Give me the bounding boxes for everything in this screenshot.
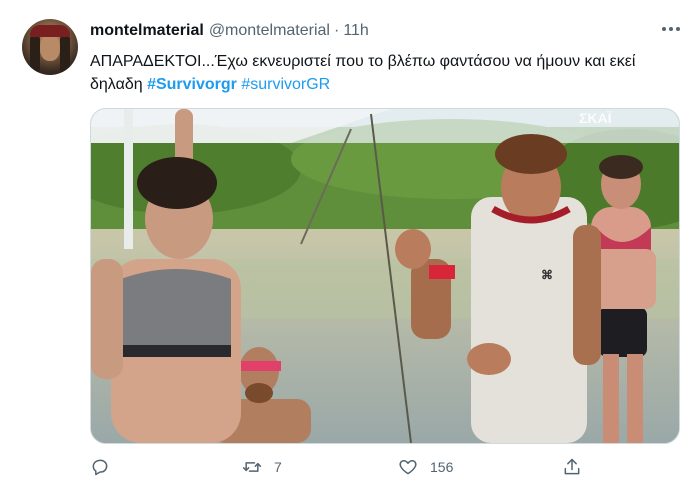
avatar[interactable]	[22, 19, 78, 75]
display-name[interactable]: montelmaterial	[90, 22, 204, 40]
retweet-count: 7	[274, 459, 282, 475]
more-dot	[669, 27, 673, 31]
hashtag-link[interactable]: #survivorGR	[241, 76, 330, 93]
tweet-media-image[interactable]: ΣΚΑΪ ⌘	[90, 108, 680, 444]
tweet-text: ΑΠΑΡΑΔΕΚΤΟΙ...Έχω εκνευριστεί που το βλέ…	[90, 50, 680, 96]
heart-icon	[399, 460, 417, 475]
like-button[interactable]: 156	[398, 455, 453, 479]
reply-button[interactable]	[90, 455, 122, 479]
retweet-icon	[242, 462, 262, 472]
more-dots-icon[interactable]	[658, 18, 684, 40]
avatar-hair-right	[60, 35, 70, 73]
svg-text:⌘: ⌘	[541, 268, 553, 282]
avatar-bandana	[30, 25, 70, 37]
tweet-timestamp[interactable]: 11h	[343, 22, 369, 40]
tweet-header: montelmaterial @montelmaterial · 11h	[90, 22, 369, 44]
header-separator: ·	[333, 22, 340, 39]
share-button[interactable]	[562, 455, 582, 479]
tweet: montelmaterial @montelmaterial · 11h ΑΠΑ…	[0, 0, 700, 492]
like-count: 156	[430, 459, 454, 475]
avatar-hair-left	[30, 35, 40, 73]
retweet-button[interactable]: 7	[242, 455, 282, 479]
more-dot	[676, 27, 680, 31]
tweet-actions: 7 156	[90, 455, 650, 479]
share-icon	[564, 458, 580, 475]
hashtag-link[interactable]: #Survivorgr	[147, 76, 237, 93]
reply-icon	[92, 459, 108, 476]
avatar-face	[40, 35, 60, 61]
media-watermark: ΣΚΑΪ	[579, 110, 613, 126]
more-dot	[662, 27, 666, 31]
media-scene: ΣΚΑΪ ⌘	[91, 109, 679, 443]
user-handle[interactable]: @montelmaterial	[209, 22, 330, 40]
